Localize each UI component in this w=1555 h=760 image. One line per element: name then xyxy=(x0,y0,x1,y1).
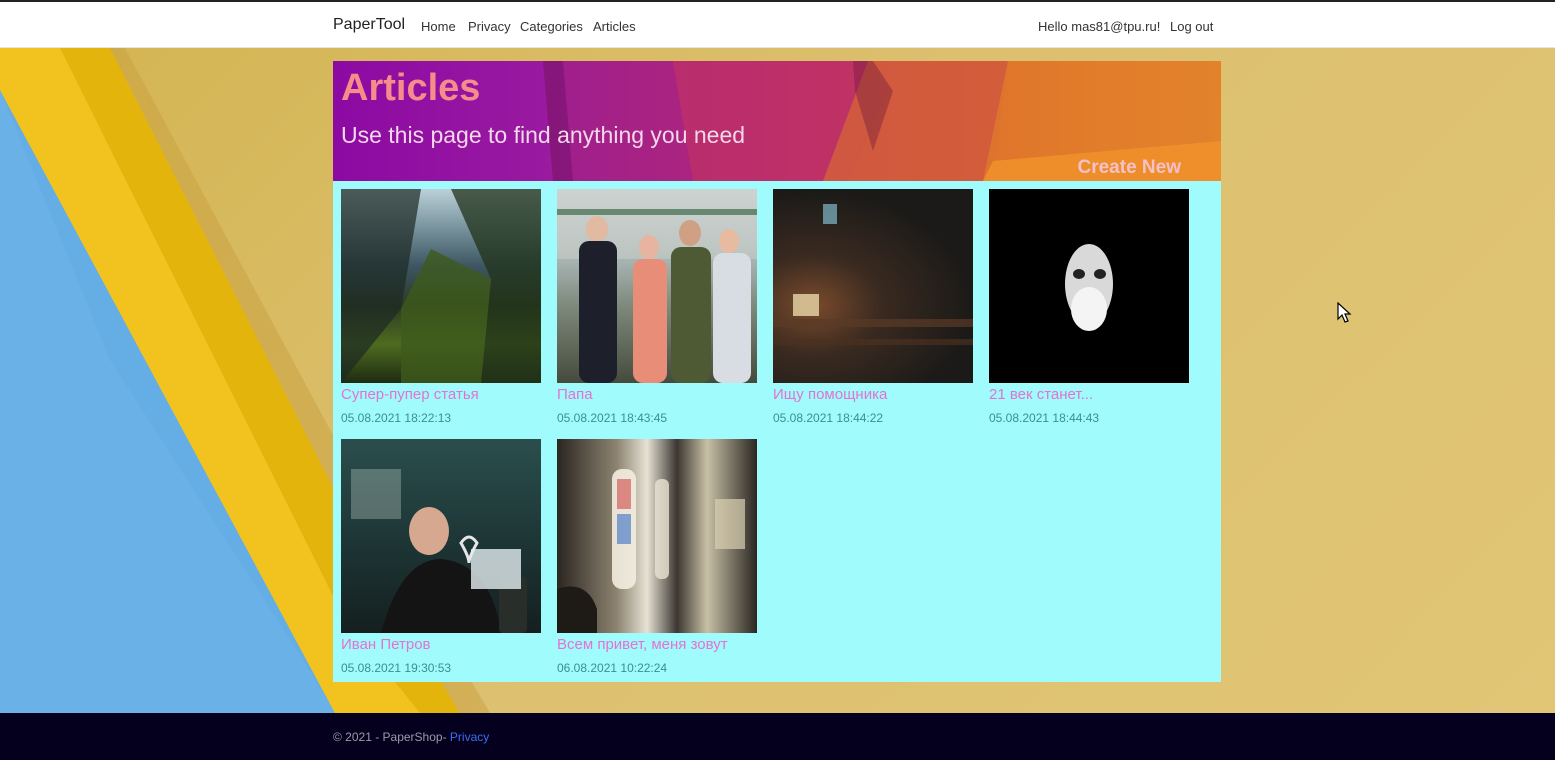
article-date: 05.08.2021 18:44:22 xyxy=(773,411,884,425)
nav-categories[interactable]: Categories xyxy=(520,19,583,34)
article-thumbnail[interactable] xyxy=(989,189,1189,383)
footer-text: © 2021 - PaperShop- Privacy xyxy=(333,730,489,744)
articles-grid: Супер-пупер статья 05.08.2021 18:22:13 П… xyxy=(333,181,1221,682)
article-date: 05.08.2021 19:30:53 xyxy=(341,661,452,675)
user-greeting-link[interactable]: Hello mas81@tpu.ru! xyxy=(1038,19,1160,34)
article-date: 05.08.2021 18:44:43 xyxy=(989,411,1100,425)
top-navbar: PaperTool Home Privacy Categories Articl… xyxy=(0,0,1555,48)
articles-banner: Articles Use this page to find anything … xyxy=(333,61,1221,181)
article-card: Папа 05.08.2021 18:43:45 xyxy=(557,189,757,425)
article-title[interactable]: Супер-пупер статья xyxy=(341,386,541,403)
mountain-valley-photo xyxy=(341,189,541,383)
article-thumbnail[interactable] xyxy=(773,189,973,383)
article-title[interactable]: Иван Петров xyxy=(341,636,541,653)
brand-link[interactable]: PaperTool xyxy=(333,16,405,34)
article-date: 06.08.2021 10:22:24 xyxy=(557,661,668,675)
mouse-cursor-icon xyxy=(1337,302,1352,323)
article-thumbnail[interactable] xyxy=(341,189,541,383)
article-title[interactable]: Ищу помощника xyxy=(773,386,973,403)
group-of-people-photo xyxy=(557,189,757,383)
footer-copyright: © 2021 - PaperShop- xyxy=(333,730,450,744)
nav-home[interactable]: Home xyxy=(421,19,456,34)
article-date: 05.08.2021 18:22:13 xyxy=(341,411,452,425)
page-footer: © 2021 - PaperShop- Privacy xyxy=(0,713,1555,760)
nav-privacy[interactable]: Privacy xyxy=(468,19,511,34)
footer-privacy-link[interactable]: Privacy xyxy=(450,730,489,744)
article-date: 05.08.2021 18:43:45 xyxy=(557,411,668,425)
logout-link[interactable]: Log out xyxy=(1170,19,1213,34)
article-title[interactable]: 21 век станет... xyxy=(989,386,1189,403)
nav-articles[interactable]: Articles xyxy=(593,19,636,34)
create-new-button[interactable]: Create New xyxy=(1078,157,1182,179)
article-card: Всем привет, меня зовут 06.08.2021 10:22… xyxy=(557,439,757,675)
article-card: Супер-пупер статья 05.08.2021 18:22:13 xyxy=(341,189,541,425)
article-card: 21 век станет... 05.08.2021 18:44:43 xyxy=(989,189,1189,425)
article-card: Ищу помощника 05.08.2021 18:44:22 xyxy=(773,189,973,425)
face-silhouette-photo xyxy=(1065,244,1113,331)
article-thumbnail[interactable] xyxy=(557,439,757,633)
page-subtitle: Use this page to find anything you need xyxy=(341,122,746,148)
man-with-heart-photo xyxy=(351,469,527,633)
dark-room-photo xyxy=(773,204,973,345)
article-thumbnail[interactable] xyxy=(557,189,757,383)
article-thumbnail[interactable] xyxy=(341,439,541,633)
church-interior-photo xyxy=(557,469,745,633)
article-title[interactable]: Папа xyxy=(557,386,757,403)
page-title: Articles xyxy=(341,67,481,109)
article-card: Иван Петров 05.08.2021 19:30:53 xyxy=(341,439,541,675)
article-title[interactable]: Всем привет, меня зовут xyxy=(557,636,757,653)
